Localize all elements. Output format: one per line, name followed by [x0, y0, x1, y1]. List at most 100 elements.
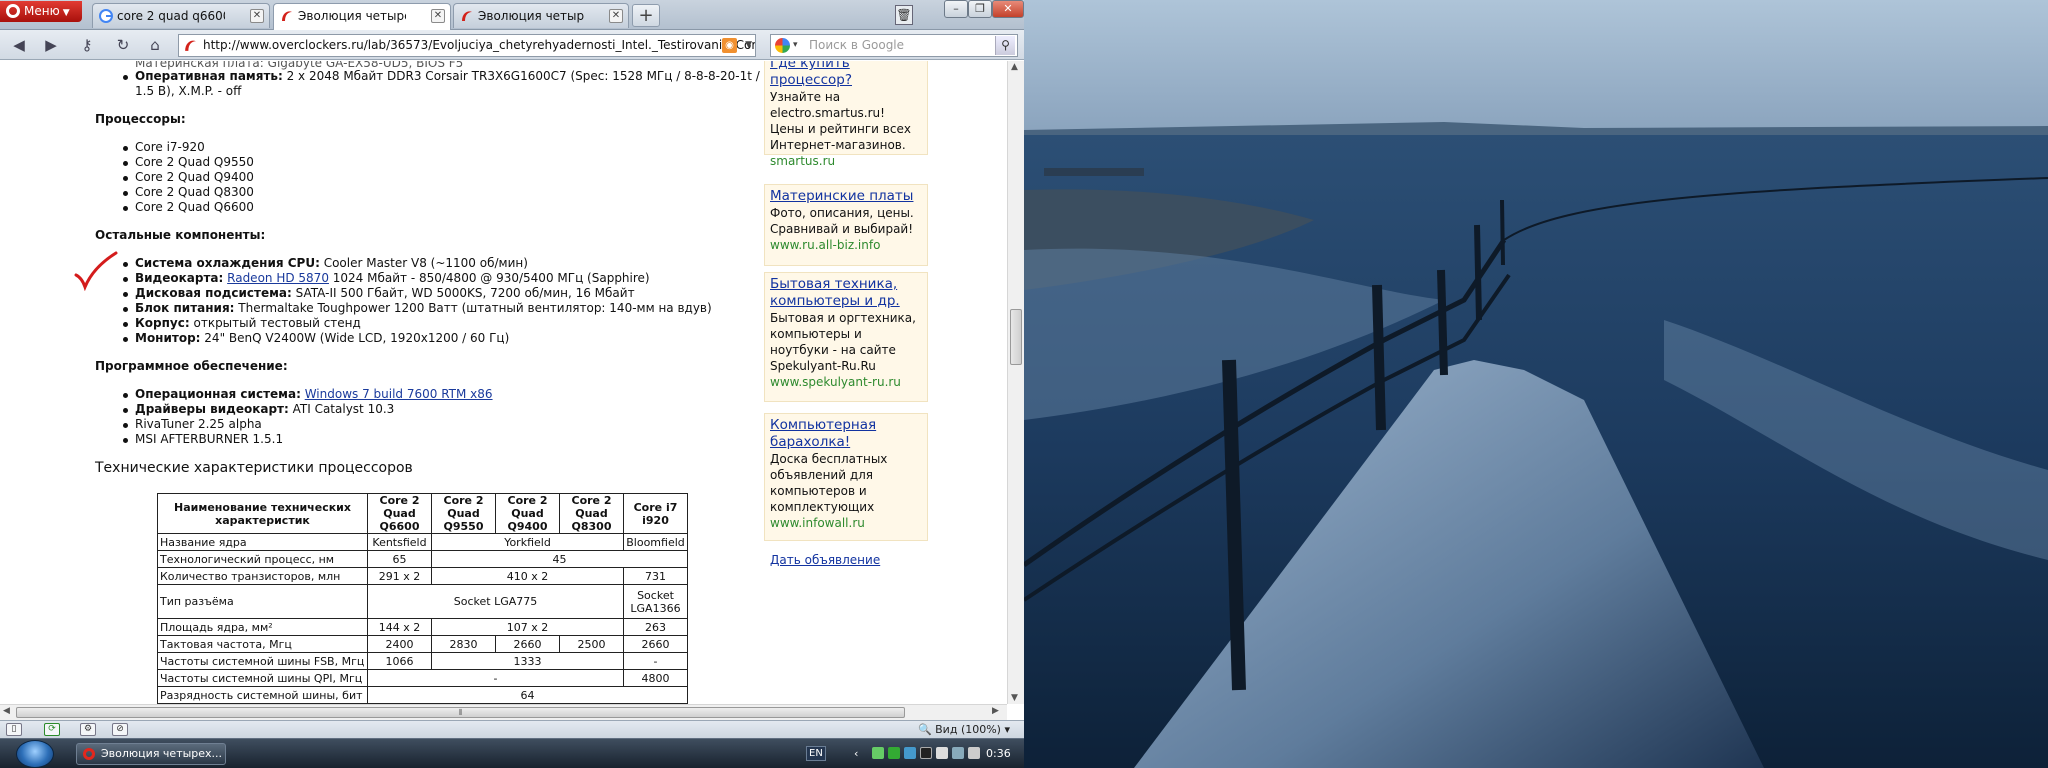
cell: -	[623, 652, 688, 670]
table-row: Технологический процесс, нм 65 45	[157, 550, 688, 568]
processor-item: Core 2 Quad Q9550	[135, 155, 254, 169]
close-tab-icon[interactable]: ✕	[431, 9, 445, 23]
ad-title-link[interactable]: Материнские платы	[770, 188, 922, 205]
close-tab-icon[interactable]: ✕	[250, 9, 264, 23]
ram-item: Оперативная память: 2 x 2048 Мбайт DDR3 …	[135, 69, 760, 84]
header-cell: Core i7 i920	[623, 493, 688, 534]
tray-mouse-icon[interactable]	[936, 747, 948, 759]
tab-overclockers[interactable]: Эволюция четырехъя... ✕	[453, 3, 629, 28]
ad-url-link[interactable]: smartus.ru	[770, 153, 922, 169]
scroll-left-arrow-icon[interactable]: ◀	[3, 706, 10, 716]
cell: 410 x 2	[431, 567, 624, 585]
tray-app-icon[interactable]	[872, 747, 884, 759]
restore-button[interactable]: ❐	[968, 0, 992, 18]
start-button-windows-icon[interactable]	[16, 740, 54, 768]
software-item: MSI AFTERBURNER 1.5.1	[135, 432, 284, 446]
chevron-down-icon[interactable]: ▼	[745, 35, 752, 56]
scrollbar-thumb[interactable]	[1010, 309, 1022, 365]
cell: 291 x 2	[367, 567, 432, 585]
cell: Kentsfield	[367, 533, 432, 551]
header-cell: Core 2 Quad Q6600	[367, 493, 432, 534]
language-indicator[interactable]: EN	[806, 746, 826, 761]
forward-arrow-icon[interactable]: ▶	[38, 33, 64, 57]
taskbar-item-label: Эволюция четырех...	[101, 747, 223, 760]
search-field[interactable]: ▾ Поиск в Google ⚲	[770, 34, 1018, 57]
tray-app-icon[interactable]	[888, 747, 900, 759]
tab-google-search[interactable]: core 2 quad q6600 обз... ✕	[92, 3, 270, 28]
address-bar[interactable]: http://www.overclockers.ru/lab/36573/Evo…	[178, 34, 756, 57]
ad-url-link[interactable]: www.ru.all-biz.info	[770, 237, 922, 253]
clock[interactable]: 0:36	[986, 747, 1011, 760]
new-tab-button[interactable]: +	[632, 4, 660, 27]
table-row: Тактовая частота, Мгц 2400 2830 2660 250…	[157, 635, 688, 653]
component-label: Дисковая подсистема:	[135, 286, 292, 300]
bullet	[123, 423, 128, 428]
volume-icon[interactable]	[968, 747, 980, 759]
opera-browser-window: Меню▼ core 2 quad q6600 обз... ✕ Эволюци…	[0, 0, 1024, 738]
bullet	[123, 438, 128, 443]
zoom-magnifier-icon: 🔍	[917, 723, 932, 736]
table-row: Частоты системной шины FSB, Мгц 1066 133…	[157, 652, 688, 670]
key-icon[interactable]: ⚷	[74, 33, 100, 57]
radeon-hd-5870-link[interactable]: Radeon HD 5870	[227, 271, 329, 285]
taskbar-opera-item[interactable]: Эволюция четырех...	[76, 743, 226, 765]
ad-title-link[interactable]: Компьютерная барахолка!	[770, 417, 922, 451]
search-icon[interactable]: ⚲	[995, 36, 1015, 55]
scroll-down-arrow-icon[interactable]: ▼	[1011, 693, 1018, 703]
horizontal-scrollbar[interactable]: ◀ ⦀ ▶	[0, 704, 1007, 720]
bullet	[123, 277, 128, 282]
ad-url-link[interactable]: www.infowall.ru	[770, 515, 922, 531]
software-item: Операционная система: Windows 7 build 76…	[135, 387, 493, 402]
cell: 2830	[431, 635, 496, 653]
reload-icon[interactable]: ↻	[110, 33, 136, 57]
cell: -	[367, 669, 624, 687]
windows-7-link[interactable]: Windows 7 build 7600 RTM x86	[305, 387, 493, 401]
tray-app-icon[interactable]	[904, 747, 916, 759]
tab-overclockers-active[interactable]: Эволюция четырехъя... ✕	[273, 3, 451, 30]
back-arrow-icon[interactable]: ◀	[6, 33, 32, 57]
software-item: Драйверы видеокарт: ATI Catalyst 10.3	[135, 402, 394, 417]
google-search-engine-icon[interactable]	[775, 38, 790, 53]
network-icon[interactable]	[952, 747, 964, 759]
header-cell: Наименование технических характеристик	[157, 493, 368, 534]
ad-title-link[interactable]: Бытовая техника, компьютеры и др.	[770, 276, 922, 310]
bullet	[123, 322, 128, 327]
tray-app-icon[interactable]	[920, 747, 932, 759]
cell: 2400	[367, 635, 432, 653]
vertical-scrollbar[interactable]: ▲ ▼	[1007, 61, 1024, 704]
system-tray: EN ‹ 0:36	[802, 739, 1024, 768]
bullet	[123, 307, 128, 312]
software-item: RivaTuner 2.25 alpha	[135, 417, 262, 431]
bullet	[123, 206, 128, 211]
speed-dial-icon[interactable]: ⟳	[44, 723, 60, 736]
trash-can-icon[interactable]: 🗑	[895, 5, 913, 25]
post-ad-link[interactable]: Дать объявление	[770, 553, 880, 567]
close-window-button[interactable]: ✕	[992, 0, 1024, 18]
ad-block: Материнские платы Фото, описания, цены. …	[764, 184, 928, 266]
table-header-row: Наименование технических характеристик C…	[157, 493, 688, 534]
table-row: Площадь ядра, мм² 144 x 2 107 x 2 263	[157, 618, 688, 636]
opera-menu-button[interactable]: Меню ▼	[0, 1, 82, 22]
chevron-down-icon[interactable]: ▾	[793, 35, 798, 56]
turbo-icon[interactable]: ⚙	[80, 723, 96, 736]
opera-logo-icon	[6, 4, 20, 18]
minimize-button[interactable]: –	[944, 0, 968, 18]
tab-bar: Меню▼ core 2 quad q6600 обз... ✕ Эволюци…	[0, 0, 1024, 30]
scrollbar-thumb[interactable]: ⦀	[16, 707, 905, 718]
rss-feed-icon[interactable]: ◉	[722, 38, 737, 53]
show-hidden-icons-icon[interactable]: ‹	[854, 747, 858, 760]
close-tab-icon[interactable]: ✕	[609, 9, 623, 23]
scroll-right-arrow-icon[interactable]: ▶	[992, 706, 999, 716]
panel-toggle-icon[interactable]: ▯	[6, 723, 22, 736]
zoom-control[interactable]: 🔍 Вид (100%) ▾	[918, 723, 1010, 736]
component-label: Блок питания:	[135, 301, 235, 315]
ad-title-link[interactable]: Где купить процессор?	[770, 61, 922, 89]
scroll-up-arrow-icon[interactable]: ▲	[1011, 62, 1018, 72]
cell: 65	[367, 550, 432, 568]
home-icon[interactable]: ⌂	[142, 33, 168, 57]
page-content: Материнская плата: Gigabyte GA-EX58-UD5,…	[0, 61, 1007, 704]
search-placeholder: Поиск в Google	[809, 38, 905, 52]
component-value: SATA-II 500 Гбайт, WD 5000KS, 7200 об/ми…	[291, 286, 635, 300]
ad-url-link[interactable]: www.spekulyant-ru.ru	[770, 374, 922, 390]
block-content-icon[interactable]: ⊘	[112, 723, 128, 736]
